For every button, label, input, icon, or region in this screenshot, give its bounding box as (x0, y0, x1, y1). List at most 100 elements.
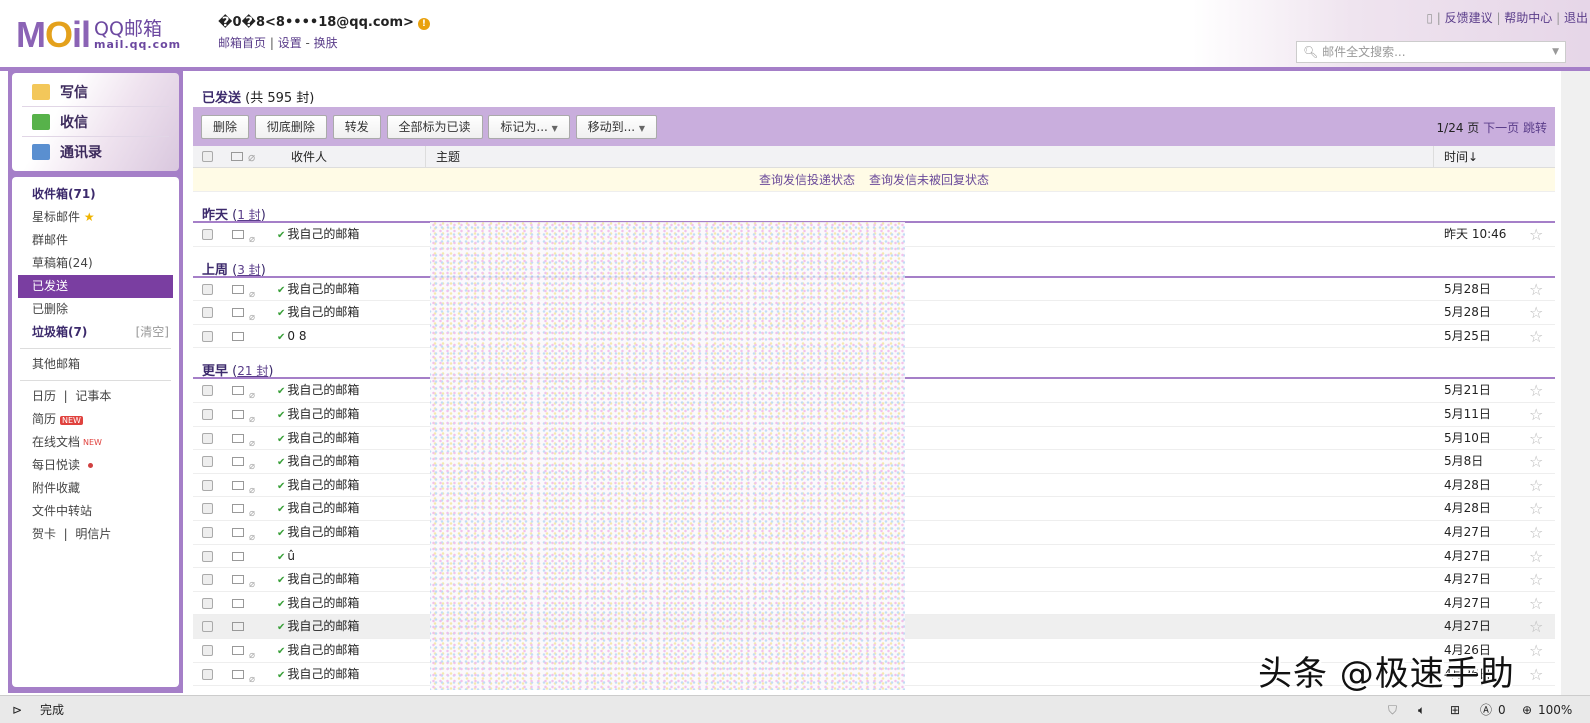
star-icon[interactable]: ☆ (1529, 474, 1543, 497)
recipient-name: 我自己的邮箱 (287, 406, 360, 421)
folder-inbox[interactable]: 收件箱(71) (18, 183, 173, 206)
row-checkbox[interactable] (202, 432, 213, 444)
resume-link[interactable]: 简历 NEW (18, 408, 173, 431)
row-checkbox[interactable] (202, 385, 213, 397)
shield-icon[interactable]: ⛉ (1388, 700, 1397, 720)
star-icon[interactable]: ☆ (1529, 278, 1543, 301)
warning-icon[interactable]: ! (417, 18, 430, 30)
star-icon[interactable]: ☆ (1529, 223, 1543, 246)
envelope-icon (232, 575, 244, 585)
row-checkbox[interactable] (202, 479, 213, 491)
mark-as-dropdown[interactable]: 标记为... ▼ (488, 115, 570, 139)
star-icon[interactable]: ☆ (1529, 301, 1543, 324)
chevron-down-icon[interactable]: ▼ (1552, 42, 1559, 62)
feedback-link[interactable]: 反馈建议 (1445, 11, 1493, 25)
row-checkbox[interactable] (202, 408, 213, 420)
jump-link[interactable]: 跳转 (1523, 121, 1547, 135)
sidebar-toggle-icon[interactable]: ⊳ (12, 700, 22, 720)
star-icon[interactable]: ☆ (1529, 521, 1543, 544)
row-checkbox[interactable] (202, 307, 213, 319)
logo[interactable]: MOil QQ邮箱 mail.qq.com (16, 14, 181, 56)
mobile-icon[interactable]: ▯ (1426, 11, 1433, 25)
column-recipient[interactable]: 收件人 (291, 146, 327, 168)
permanent-delete-button[interactable]: 彻底删除 (254, 115, 327, 139)
toolbox-icon[interactable]: ⊞ (1450, 700, 1460, 720)
docs-link[interactable]: 在线文档 NEW (18, 431, 173, 454)
star-icon[interactable]: ☆ (1529, 427, 1543, 450)
star-icon[interactable]: ☆ (1529, 450, 1543, 473)
zoom-icon[interactable]: ⊕ (1522, 700, 1532, 720)
star-icon[interactable]: ☆ (1529, 592, 1543, 615)
star-icon[interactable]: ☆ (1529, 545, 1543, 568)
envelope-icon (232, 409, 244, 419)
star-icon[interactable]: ☆ (1529, 403, 1543, 426)
group-count-link[interactable]: 3 封 (237, 263, 260, 277)
star-icon[interactable]: ☆ (1529, 497, 1543, 520)
star-icon[interactable]: ☆ (1529, 663, 1543, 686)
settings-link[interactable]: 设置 (278, 36, 302, 50)
recipient-name: 我自己的邮箱 (287, 383, 360, 398)
speaker-icon[interactable]: 🔈︎ (1418, 700, 1425, 720)
home-link[interactable]: 邮箱首页 (218, 36, 266, 50)
star-icon[interactable]: ☆ (1529, 568, 1543, 591)
row-checkbox[interactable] (202, 526, 213, 538)
row-checkbox[interactable] (202, 229, 213, 240)
row-checkbox[interactable] (202, 597, 213, 609)
mark-all-read-button[interactable]: 全部标为已读 (386, 115, 483, 139)
folder-spam[interactable]: 垃圾箱(7) [清空] (18, 321, 173, 344)
column-time[interactable]: 时间↓ (1433, 146, 1478, 168)
group-count-link[interactable]: 1 封 (237, 208, 260, 222)
unreplied-status-link[interactable]: 查询发信未被回复状态 (869, 173, 989, 187)
row-checkbox[interactable] (202, 621, 213, 633)
calendar-link[interactable]: 日历 (32, 389, 56, 403)
attachments-link[interactable]: 附件收藏 (18, 477, 173, 500)
star-icon[interactable]: ☆ (1529, 615, 1543, 638)
folder-starred[interactable]: 星标邮件 ★ (18, 206, 173, 229)
brand-name: QQ邮箱 (94, 18, 162, 40)
folder-deleted[interactable]: 已删除 (18, 298, 173, 321)
select-all-checkbox[interactable] (202, 151, 213, 162)
folder-drafts[interactable]: 草稿箱(24) (18, 252, 173, 275)
row-checkbox[interactable] (202, 550, 213, 562)
search-input[interactable]: 🔍︎ 邮件全文搜索... ▼ (1296, 41, 1566, 63)
zoom-level[interactable]: 100% (1538, 700, 1572, 720)
notes-link[interactable]: 记事本 (75, 389, 111, 403)
adblock-icon[interactable]: Ⓐ (1480, 700, 1492, 720)
row-checkbox[interactable] (202, 456, 213, 468)
new-badge: NEW (60, 416, 83, 425)
ad-count: 0 (1498, 703, 1506, 717)
receive-button[interactable]: 收信 (22, 107, 169, 137)
contacts-button[interactable]: 通讯录 (22, 137, 169, 167)
column-subject[interactable]: 主题 (425, 146, 460, 168)
star-icon[interactable]: ☆ (1529, 379, 1543, 402)
delivery-status-link[interactable]: 查询发信投递状态 (759, 173, 855, 187)
row-checkbox[interactable] (202, 283, 213, 295)
daily-read-link[interactable]: 每日悦读 (18, 454, 173, 477)
group-count-link[interactable]: 21 封 (237, 364, 268, 378)
skin-link[interactable]: 换肤 (314, 36, 338, 50)
next-page-link[interactable]: 下一页 (1483, 121, 1519, 135)
row-checkbox[interactable] (202, 503, 213, 515)
recipient: ✔ 我自己的邮箱 (277, 663, 359, 687)
card-link[interactable]: 贺卡 (32, 527, 56, 541)
logout-link[interactable]: 退出 (1564, 11, 1588, 25)
forward-button[interactable]: 转发 (332, 115, 381, 139)
other-mailboxes[interactable]: 其他邮箱 (18, 353, 173, 376)
move-to-dropdown[interactable]: 移动到... ▼ (575, 115, 658, 139)
delete-button[interactable]: 删除 (201, 115, 250, 139)
star-icon[interactable]: ☆ (1529, 639, 1543, 662)
row-checkbox[interactable] (202, 668, 213, 680)
help-link[interactable]: 帮助中心 (1504, 11, 1552, 25)
postcard-link[interactable]: 明信片 (75, 527, 111, 541)
empty-spam-link[interactable]: [清空] (136, 321, 169, 344)
folder-sent[interactable]: 已发送 (18, 275, 173, 298)
row-checkbox[interactable] (202, 644, 213, 656)
recipient: ✔ 我自己的邮箱 (277, 592, 359, 616)
star-icon[interactable]: ☆ (1529, 325, 1543, 348)
compose-button[interactable]: 写信 (22, 77, 169, 107)
row-checkbox[interactable] (202, 330, 213, 342)
row-checkbox[interactable] (202, 574, 213, 586)
file-transfer-link[interactable]: 文件中转站 (18, 500, 173, 523)
scrollbar[interactable] (1561, 71, 1590, 695)
folder-group[interactable]: 群邮件 (18, 229, 173, 252)
